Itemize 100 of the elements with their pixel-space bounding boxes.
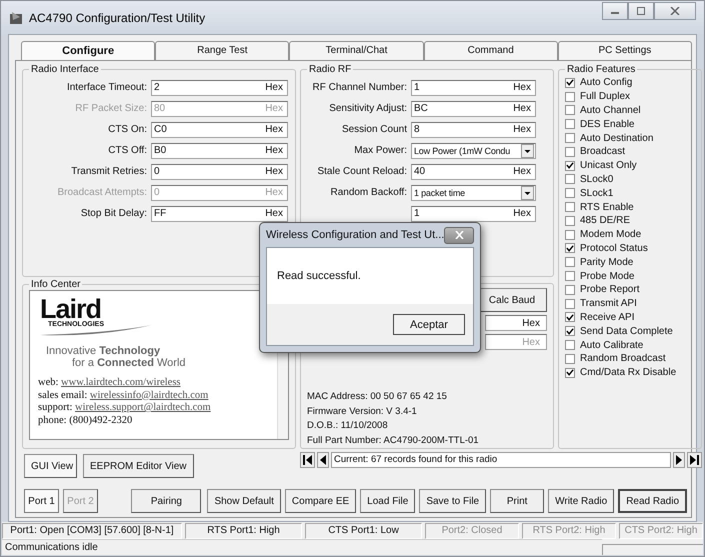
group-title: Radio RF xyxy=(308,64,352,75)
ok-button[interactable]: Aceptar xyxy=(393,314,465,335)
field-label: CTS On: xyxy=(107,124,147,135)
status-pane: RTS Port1: High xyxy=(185,523,302,539)
action-button[interactable]: Pairing xyxy=(131,489,202,513)
link[interactable]: wireless.support@lairdtech.com xyxy=(75,402,211,414)
text-field[interactable]: 2 Hex xyxy=(151,80,288,96)
port-button[interactable]: Port 1 xyxy=(24,489,59,513)
checkbox[interactable] xyxy=(565,368,575,378)
checkbox[interactable] xyxy=(565,284,575,295)
status-pane: RTS Port2: High xyxy=(522,523,616,539)
status-pane: CTS Port1: Low xyxy=(305,523,422,539)
checkbox[interactable] xyxy=(565,230,575,240)
window-title: AC4790 Configuration/Test Utility xyxy=(29,10,206,24)
text-field[interactable]: BC Hex xyxy=(411,100,536,116)
text-field[interactable]: 1 Hex xyxy=(411,206,536,222)
link[interactable]: wirelessinfo@lairdtech.com xyxy=(90,390,208,401)
dropdown[interactable]: Low Power (1mW Condu xyxy=(411,142,536,158)
checkbox[interactable] xyxy=(565,133,575,144)
text-field[interactable]: 8 Hex xyxy=(411,122,536,138)
text-field[interactable]: C0 Hex xyxy=(151,122,288,138)
checkbox-label: Modem Mode xyxy=(580,229,642,240)
maximize-button[interactable] xyxy=(628,2,654,20)
first-record-icon[interactable] xyxy=(300,452,315,468)
checkbox-label: Receive API xyxy=(580,312,634,323)
logo-text: Laird xyxy=(40,297,102,321)
minimize-button[interactable] xyxy=(602,2,628,20)
dialog-title: Wireless Configuration and Test Ut... xyxy=(266,229,444,241)
contact-line: sales email: wirelessinfo@lairdtech.com xyxy=(38,390,210,402)
tab[interactable]: Configure xyxy=(21,41,156,61)
action-button[interactable]: Read Radio xyxy=(618,489,687,513)
tab[interactable]: Range Test xyxy=(155,41,290,60)
action-button[interactable]: Print xyxy=(490,489,544,513)
checkbox[interactable] xyxy=(565,119,575,130)
tab[interactable]: Terminal/Chat xyxy=(289,41,424,60)
checkbox-label: Parity Mode xyxy=(580,256,634,268)
checkbox-label: 485 DE/RE xyxy=(580,215,630,226)
checkbox[interactable] xyxy=(565,146,575,157)
records-field[interactable]: Current: 67 records found for this radio xyxy=(331,452,671,468)
close-button[interactable] xyxy=(654,2,696,20)
checkbox[interactable] xyxy=(565,188,575,198)
text-field[interactable]: Hex xyxy=(485,315,547,331)
group-title: Radio Interface xyxy=(30,64,100,75)
action-button[interactable]: Show Default xyxy=(207,489,281,513)
close-icon xyxy=(454,231,464,239)
device-info-line: D.O.B.: 11/10/2008 xyxy=(307,419,389,433)
tagline: for a Connected World xyxy=(72,357,187,369)
checkbox[interactable] xyxy=(565,243,575,254)
text-field[interactable]: 40 Hex xyxy=(411,164,536,180)
checkbox[interactable] xyxy=(565,298,575,309)
text-field[interactable]: B0 Hex xyxy=(151,142,288,158)
checkbox-label: Cmd/Data Rx Disable xyxy=(580,367,676,378)
view-button[interactable]: GUI View xyxy=(24,454,77,478)
checkbox[interactable] xyxy=(565,160,575,171)
text-field[interactable]: 1 Hex xyxy=(411,80,536,96)
checkbox[interactable] xyxy=(565,326,575,336)
caret-icon xyxy=(521,186,534,200)
action-button[interactable]: Write Radio xyxy=(548,489,614,513)
checkbox[interactable] xyxy=(565,340,575,350)
tab[interactable]: Command xyxy=(424,41,558,60)
tab[interactable]: PC Settings xyxy=(558,41,692,60)
text-field[interactable]: FF Hex xyxy=(151,206,288,222)
action-button[interactable]: Load File xyxy=(360,489,416,513)
last-record-icon[interactable] xyxy=(687,452,702,468)
field-label: Session Count xyxy=(340,124,407,135)
action-button[interactable]: Compare EE xyxy=(284,489,356,513)
checkbox[interactable] xyxy=(565,354,575,364)
checkbox[interactable] xyxy=(565,271,575,282)
field-label: Transmit Retries: xyxy=(70,166,147,177)
checkbox[interactable] xyxy=(565,105,575,116)
field-label: Random Backoff: xyxy=(329,187,407,198)
field-label: Stop Bit Delay: xyxy=(80,208,147,219)
checkbox[interactable] xyxy=(565,78,575,88)
status-pane: Port2: Closed xyxy=(425,523,519,539)
checkbox-label: Full Duplex xyxy=(580,91,630,102)
status-pane: Port1: Open [COM3] [57.600] [8-N-1] xyxy=(2,523,182,539)
action-button[interactable]: Save to File xyxy=(419,489,486,513)
checkbox-label: Broadcast xyxy=(580,146,626,158)
checkbox[interactable] xyxy=(565,257,575,268)
dropdown[interactable]: 1 packet time xyxy=(411,184,536,200)
status-pane: CTS Port2: High xyxy=(619,523,703,539)
dialog-message: Read successful. xyxy=(267,248,473,304)
checkbox-label: Auto Destination xyxy=(580,132,654,144)
close-button[interactable] xyxy=(444,226,474,244)
checkbox[interactable] xyxy=(565,92,575,102)
next-record-icon[interactable] xyxy=(673,452,685,468)
text-field[interactable]: 0 Hex xyxy=(151,164,288,180)
view-button[interactable]: EEPROM Editor View xyxy=(83,454,194,478)
checkbox[interactable] xyxy=(565,312,575,322)
previous-record-icon[interactable] xyxy=(317,452,329,468)
contact-line: support: wireless.support@lairdtech.com xyxy=(38,402,212,415)
checkbox[interactable] xyxy=(565,216,575,226)
checkbox-label: Probe Mode xyxy=(580,270,634,282)
checkbox-label: Auto Channel xyxy=(580,104,641,116)
checkbox[interactable] xyxy=(565,202,575,212)
checkbox[interactable] xyxy=(565,174,575,184)
link[interactable]: www.lairdtech.com/wireless xyxy=(61,377,180,388)
device-info-line: MAC Address: 00 50 67 65 42 15 xyxy=(307,390,448,404)
checkbox-label: Send Data Complete xyxy=(580,326,673,337)
group-title: Info Center xyxy=(30,279,82,290)
